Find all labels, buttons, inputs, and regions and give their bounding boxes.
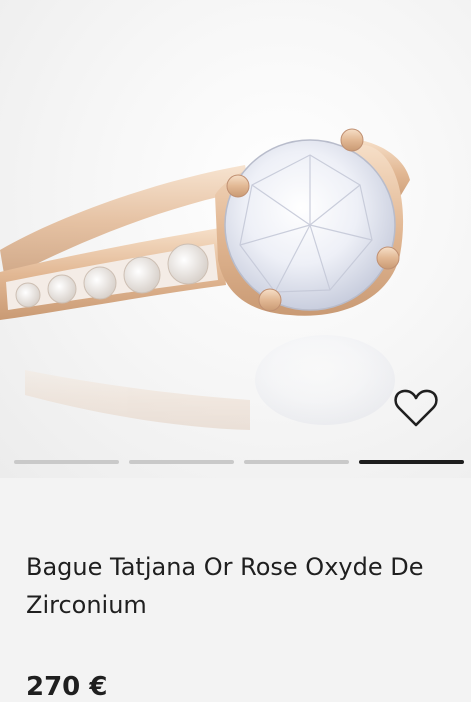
gallery-indicator-3[interactable] xyxy=(244,460,349,464)
gallery-indicator-1[interactable] xyxy=(14,460,119,464)
product-price: 270 € xyxy=(26,672,108,702)
gallery-indicator-2[interactable] xyxy=(129,460,234,464)
gallery-pagination xyxy=(14,460,464,466)
product-image-gallery[interactable] xyxy=(0,0,471,478)
gallery-indicator-4-active[interactable] xyxy=(359,460,464,464)
heart-outline-icon xyxy=(394,389,438,427)
favorite-button[interactable] xyxy=(388,380,444,436)
product-info: Bague Tatjana Or Rose Oxyde De Zirconium… xyxy=(0,478,471,702)
product-title: Bague Tatjana Or Rose Oxyde De Zirconium xyxy=(26,553,424,619)
